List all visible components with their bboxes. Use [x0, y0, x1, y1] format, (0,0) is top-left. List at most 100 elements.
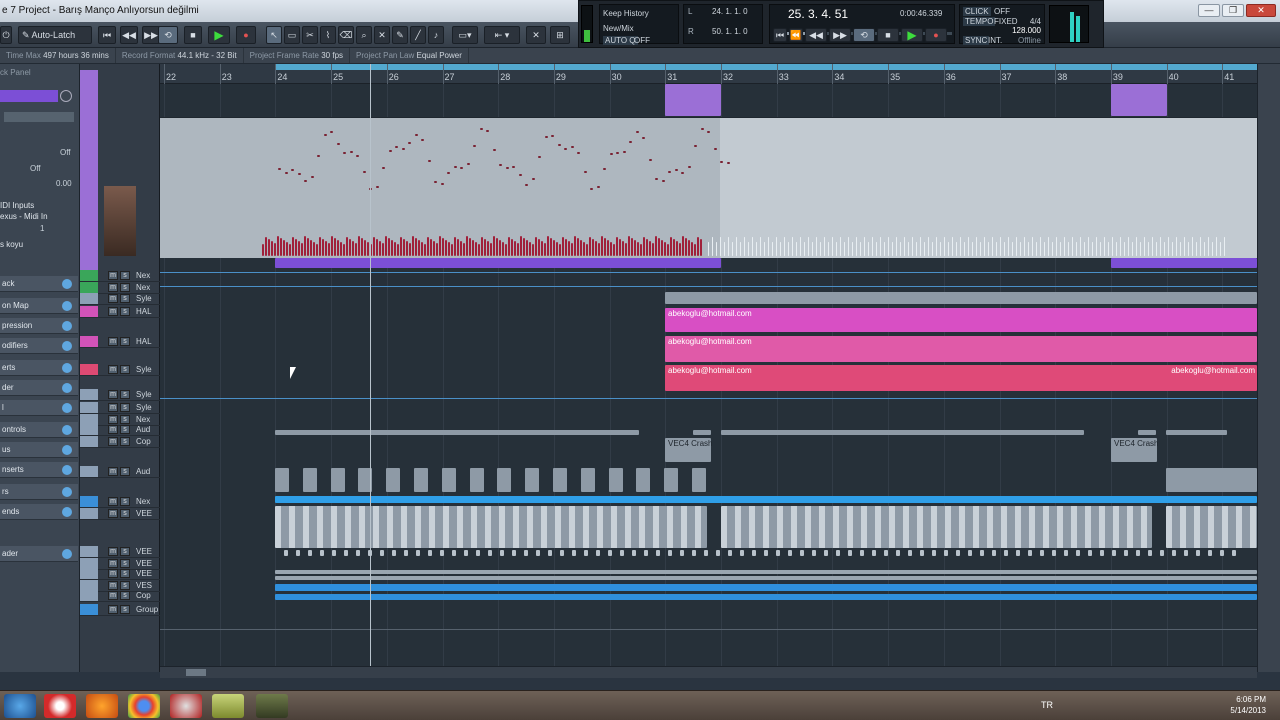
- left-locator-value[interactable]: 24. 1. 1. 0: [712, 7, 748, 16]
- audio-event-small[interactable]: [956, 550, 960, 556]
- velocity-bar[interactable]: [280, 238, 282, 256]
- audio-event-small[interactable]: [404, 550, 408, 556]
- velocity-bar[interactable]: [892, 242, 893, 256]
- solo-button[interactable]: s: [120, 403, 130, 412]
- velocity-bar[interactable]: [1048, 237, 1049, 256]
- firefox-icon[interactable]: [86, 694, 118, 718]
- solo-button[interactable]: s: [120, 365, 130, 374]
- inspector-track-bar[interactable]: [0, 90, 58, 102]
- info-frame-rate[interactable]: Project Frame Rate 30 fps: [244, 48, 351, 63]
- velocity-bar[interactable]: [1180, 242, 1181, 256]
- midi-note[interactable]: [694, 145, 697, 147]
- velocity-bar[interactable]: [792, 237, 793, 256]
- audio-event-small[interactable]: [908, 550, 912, 556]
- track-name[interactable]: Nex: [136, 283, 158, 292]
- velocity-bar[interactable]: [772, 242, 773, 256]
- velocity-bar[interactable]: [900, 242, 901, 256]
- velocity-bar[interactable]: [1100, 242, 1101, 256]
- range-tool[interactable]: ▭: [284, 26, 300, 44]
- audio-event-small[interactable]: [332, 550, 336, 556]
- velocity-bar[interactable]: [610, 242, 612, 256]
- velocity-bar[interactable]: [928, 237, 929, 256]
- midi-note[interactable]: [440, 183, 444, 185]
- audio-event-small[interactable]: [608, 550, 612, 556]
- midi-note[interactable]: [375, 186, 379, 188]
- velocity-bar[interactable]: [661, 240, 663, 256]
- timeline-ruler[interactable]: 22 23 24 25 26 27 28 29 30 31 32 33 34 35 36 37 38 39 40 41: [160, 64, 1257, 84]
- audio-event[interactable]: [1166, 468, 1257, 492]
- midi-note[interactable]: [466, 163, 470, 165]
- audio-event-small[interactable]: [1016, 550, 1020, 556]
- midi-note[interactable]: [661, 180, 665, 182]
- track-header[interactable]: m s Cop: [80, 436, 160, 448]
- track-name[interactable]: Cop: [136, 437, 158, 446]
- crash-part[interactable]: VEC4 Crash: [665, 438, 712, 462]
- object-select-tool[interactable]: ↖: [266, 26, 282, 44]
- velocity-bar[interactable]: [490, 243, 492, 256]
- audio-waveform-part[interactable]: [721, 506, 1152, 548]
- velocity-bar[interactable]: [355, 243, 357, 256]
- velocity-bar[interactable]: [511, 239, 513, 256]
- mute-button[interactable]: m: [108, 437, 118, 446]
- solo-button[interactable]: s: [120, 467, 130, 476]
- audio-event[interactable]: [497, 468, 512, 492]
- velocity-bar[interactable]: [956, 242, 957, 256]
- midi-note[interactable]: [284, 172, 288, 174]
- audio-part-blue[interactable]: [275, 496, 1257, 503]
- velocity-bar[interactable]: [433, 241, 435, 256]
- audio-event-small[interactable]: [428, 550, 432, 556]
- velocity-bar[interactable]: [972, 242, 973, 256]
- velocity-bar[interactable]: [984, 237, 985, 256]
- midi-note[interactable]: [401, 148, 405, 150]
- activate-project-button[interactable]: ⏻: [0, 26, 12, 44]
- midi-note[interactable]: [564, 148, 567, 150]
- velocity-bar[interactable]: [667, 244, 669, 256]
- velocity-bar[interactable]: [679, 243, 681, 256]
- midi-note[interactable]: [362, 171, 366, 173]
- audio-event-small[interactable]: [524, 550, 528, 556]
- velocity-bar[interactable]: [571, 243, 573, 256]
- velocity-bar[interactable]: [944, 237, 945, 256]
- playback-cursor[interactable]: [370, 64, 371, 668]
- velocity-bar[interactable]: [1004, 242, 1005, 256]
- track-header[interactable]: m s VEE: [80, 546, 160, 558]
- play-button[interactable]: ▶: [208, 26, 230, 44]
- velocity-bar[interactable]: [1152, 237, 1153, 256]
- velocity-bar[interactable]: [361, 238, 363, 256]
- velocity-bar[interactable]: [502, 242, 504, 256]
- velocity-bar[interactable]: [541, 241, 543, 256]
- audio-part-stripe[interactable]: [275, 570, 1257, 574]
- midi-note[interactable]: [531, 178, 535, 180]
- midi-note[interactable]: [512, 166, 515, 168]
- velocity-bar[interactable]: [896, 237, 897, 256]
- chrome-icon[interactable]: [128, 694, 160, 718]
- velocity-bar[interactable]: [1168, 237, 1169, 256]
- velocity-bar[interactable]: [948, 242, 949, 256]
- velocity-bar[interactable]: [1156, 242, 1157, 256]
- velocity-bar[interactable]: [265, 237, 267, 256]
- back-button[interactable]: ◀◀: [120, 26, 138, 44]
- velocity-bar[interactable]: [1012, 242, 1013, 256]
- velocity-bar[interactable]: [478, 244, 480, 256]
- velocity-bar[interactable]: [980, 242, 981, 256]
- velocity-bar[interactable]: [920, 237, 921, 256]
- velocity-bar[interactable]: [1080, 237, 1081, 256]
- midi-note[interactable]: [505, 167, 509, 169]
- midi-part-bar[interactable]: [1111, 258, 1257, 268]
- track-name[interactable]: Syle: [136, 403, 158, 412]
- mute-button[interactable]: m: [108, 547, 118, 556]
- velocity-bar[interactable]: [352, 241, 354, 256]
- velocity-bar[interactable]: [646, 239, 648, 256]
- tempo-bpm[interactable]: 128.000: [1012, 26, 1041, 35]
- midi-note[interactable]: [421, 139, 424, 141]
- velocity-bar[interactable]: [682, 236, 684, 256]
- solo-button[interactable]: s: [120, 547, 130, 556]
- midi-note[interactable]: [473, 145, 476, 147]
- midi-part-pink[interactable]: abekoglu@hotmail.com: [665, 308, 1257, 332]
- velocity-bar[interactable]: [385, 236, 387, 256]
- right-locator-value[interactable]: 50. 1. 1. 0: [712, 27, 748, 36]
- mute-button[interactable]: m: [108, 294, 118, 303]
- keep-history-label[interactable]: Keep History: [603, 9, 649, 18]
- velocity-bar[interactable]: [484, 239, 486, 256]
- audio-event-small[interactable]: [896, 550, 900, 556]
